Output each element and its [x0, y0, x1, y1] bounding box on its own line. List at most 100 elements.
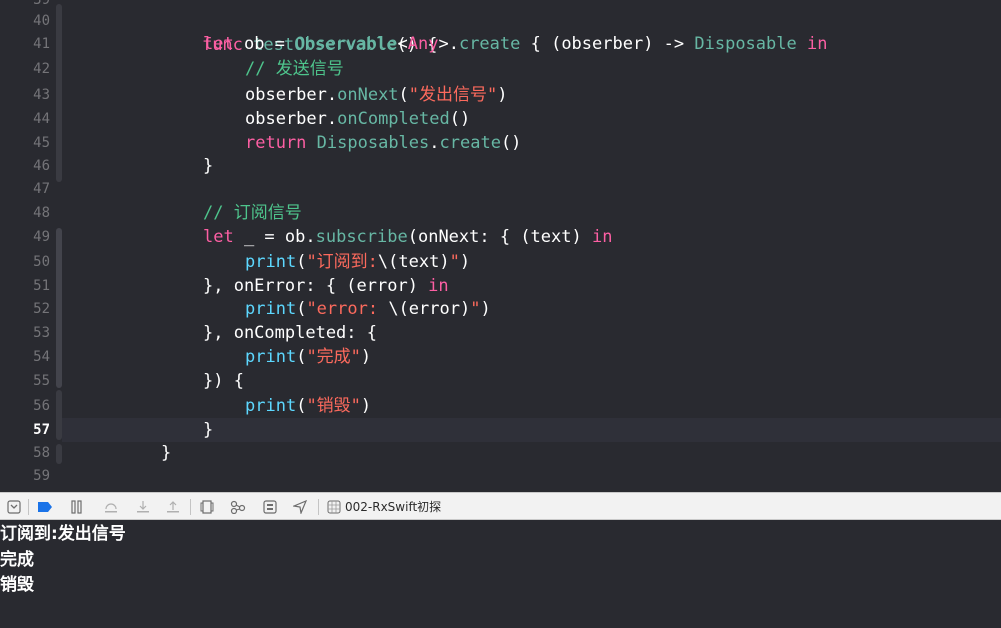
keyword: in: [428, 276, 449, 296]
code-text: (: [296, 252, 307, 272]
line-number-current: 57: [33, 422, 50, 438]
line-number: 40: [33, 13, 50, 29]
code-line: print("订阅到:\(text)"): [245, 250, 470, 274]
line-number: 46: [33, 158, 50, 174]
code-text: ): [360, 347, 372, 367]
toolbar-divider: [318, 499, 319, 515]
string-literal: "error:: [306, 299, 389, 319]
code-line: print("销毁"): [245, 394, 371, 418]
line-number: 55: [33, 373, 50, 389]
string-literal: "销毁": [306, 396, 361, 416]
line-number: 44: [33, 111, 50, 127]
line-number: 51: [33, 278, 50, 294]
line-number: 56: [33, 398, 50, 414]
code-text: >.: [438, 34, 459, 54]
line-number: 52: [33, 301, 50, 317]
code-text: _ = ob.: [233, 227, 316, 247]
breakpoints-toggle-icon[interactable]: [36, 498, 54, 516]
code-line: let _ = ob.subscribe(onNext: { (text) in: [203, 225, 612, 249]
method-name: onCompleted: [337, 109, 450, 129]
line-number: 47: [33, 181, 50, 197]
code-line: obserber.onCompleted(): [245, 107, 470, 131]
code-fold-ribbon[interactable]: [56, 228, 62, 388]
keyword: in: [591, 227, 613, 247]
keyword: return: [245, 133, 307, 153]
code-line: func testObservable() {: [161, 9, 437, 55]
code-text: }, onCompleted: {: [203, 323, 377, 343]
code-text: (: [398, 85, 409, 105]
code-line: }, onError: { (error) in: [203, 274, 449, 298]
line-number: 43: [33, 87, 50, 103]
code-line: }: [161, 441, 171, 465]
environment-overrides-icon[interactable]: [261, 498, 279, 516]
method-name: onNext: [337, 85, 399, 105]
keyword: let: [203, 34, 234, 54]
line-number: 48: [33, 205, 50, 221]
string-literal: "发出信号": [408, 85, 498, 105]
code-line: }: [203, 418, 213, 442]
step-out-icon[interactable]: [164, 498, 182, 516]
string-interpolation: \(error): [388, 299, 471, 319]
type-name: Disposable: [694, 34, 797, 54]
view-hierarchy-icon[interactable]: [198, 498, 216, 516]
console-line: 完成: [0, 550, 34, 570]
code-text: { (obserber) ->: [520, 34, 695, 54]
string-literal: "订阅到:: [306, 252, 378, 272]
string-literal: ": [470, 299, 481, 319]
code-editor[interactable]: 39 40 41 42 43 44 45 46 47 48 49 50 51 5…: [0, 0, 1001, 492]
code-line: let ob = Observable<Any>.create { (obser…: [203, 32, 827, 56]
console-line: 订阅到:发出信号: [0, 524, 126, 544]
function-call: print: [245, 252, 297, 272]
line-number-gutter: 39 40 41 42 43 44 45 46 47 48 49 50 51 5…: [0, 0, 60, 492]
string-literal: ": [449, 252, 460, 272]
line-number: 45: [33, 135, 50, 151]
code-text: (: [296, 299, 307, 319]
type-name: Any: [407, 34, 439, 54]
code-text: (): [500, 133, 522, 153]
code-line: print("完成"): [245, 345, 371, 369]
code-text: <: [397, 34, 408, 54]
string-interpolation: \(text): [377, 252, 450, 272]
code-line: }: [203, 154, 213, 178]
debug-target-name[interactable]: 002-RxSwift初探: [345, 498, 441, 516]
code-text: obserber.: [245, 85, 338, 105]
code-text: ): [459, 252, 471, 272]
code-text: }, onError: { (error): [203, 276, 429, 296]
code-line: obserber.onNext("发出信号"): [245, 83, 508, 107]
pause-icon[interactable]: [68, 498, 86, 516]
hide-debug-area-icon[interactable]: [5, 498, 23, 516]
step-into-icon[interactable]: [134, 498, 152, 516]
code-text: (: [296, 347, 307, 367]
function-call: print: [245, 347, 297, 367]
string-literal: "完成": [306, 347, 361, 367]
simulate-location-icon[interactable]: [291, 498, 309, 516]
debug-bar: 002-RxSwift初探: [0, 492, 1001, 520]
console-output[interactable]: 订阅到:发出信号 完成 销毁: [0, 520, 1001, 628]
code-line: // 发送信号: [245, 57, 344, 81]
code-text: }: [203, 420, 214, 440]
code-fold-ribbon[interactable]: [56, 444, 62, 464]
line-number: 58: [33, 445, 50, 461]
memory-graph-icon[interactable]: [229, 498, 247, 516]
code-text: }) {: [203, 371, 244, 391]
code-line: print("error: \(error)"): [245, 297, 491, 321]
line-number: 42: [33, 61, 50, 77]
code-text: (): [449, 109, 471, 129]
method-name: create: [458, 34, 521, 54]
code-text: (onNext: { (text): [407, 227, 592, 247]
code-line: }) {: [203, 369, 244, 393]
toolbar-divider: [28, 499, 29, 515]
code-text: ): [360, 396, 372, 416]
line-number: 50: [33, 254, 50, 270]
code-text: .: [429, 133, 440, 153]
code-fold-ribbon[interactable]: [56, 4, 62, 182]
code-text: ): [480, 299, 491, 319]
code-text: ob =: [233, 34, 296, 54]
type-name: Observable: [295, 34, 398, 54]
target-app-icon[interactable]: [325, 498, 343, 516]
keyword: in: [796, 34, 828, 54]
method-name: create: [439, 133, 501, 153]
code-comment: // 发送信号: [245, 59, 344, 79]
step-over-icon[interactable]: [102, 498, 120, 516]
